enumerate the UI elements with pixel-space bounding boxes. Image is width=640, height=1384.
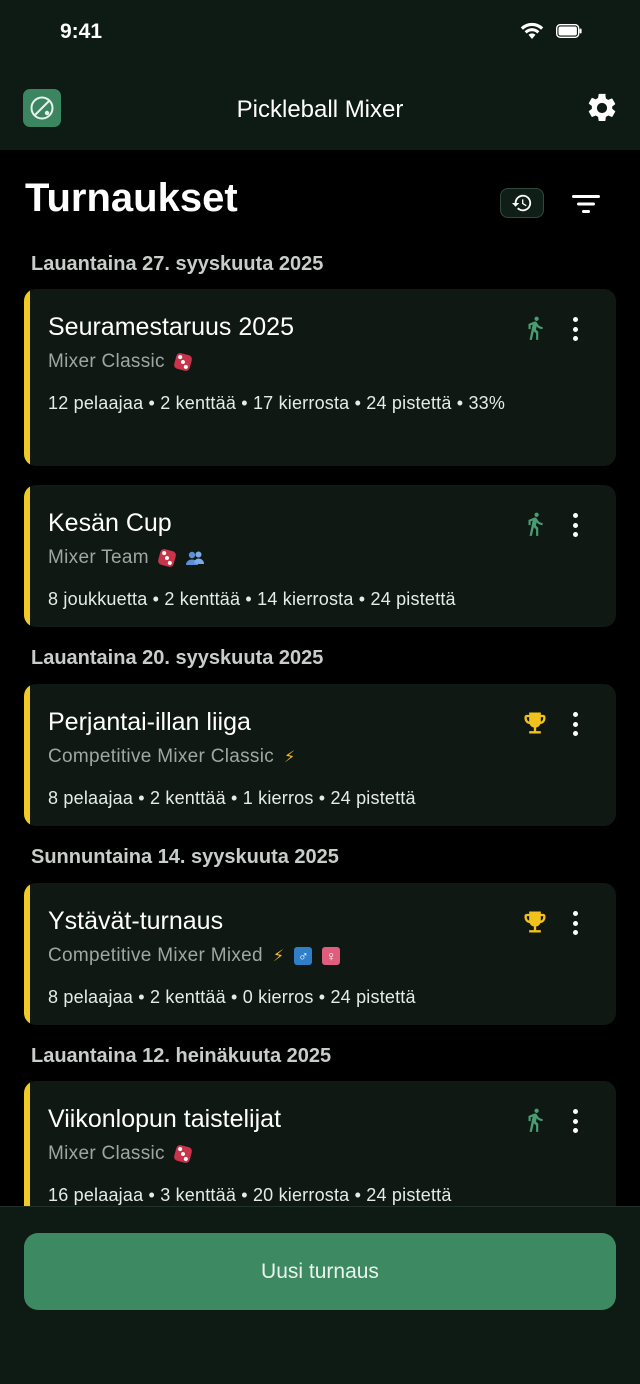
dice-icon bbox=[173, 352, 193, 372]
tournament-type: Mixer Classic bbox=[48, 351, 193, 373]
tournament-name: Viikonlopun taistelijat bbox=[48, 1105, 282, 1133]
female-icon: ♀ bbox=[322, 947, 341, 965]
tournament-type: Mixer Team bbox=[48, 547, 205, 569]
tournament-name: Perjantai-illan liiga bbox=[48, 708, 251, 736]
tournament-type-label: Competitive Mixer Classic bbox=[48, 746, 275, 767]
history-icon bbox=[511, 194, 532, 212]
tournament-card[interactable]: Ystävät-turnaus Competitive Mixer Mixed … bbox=[24, 883, 616, 1025]
status-time: 9:41 bbox=[60, 20, 103, 43]
tournament-details: 8 pelaajaa • 2 kenttää • 0 kierros • 24 … bbox=[48, 987, 416, 1007]
new-tournament-button[interactable]: Uusi turnaus bbox=[24, 1233, 616, 1310]
team-icon bbox=[185, 550, 205, 566]
tournament-details: 12 pelaajaa • 2 kenttää • 17 kierrosta •… bbox=[48, 393, 506, 413]
gear-icon bbox=[588, 93, 616, 122]
lightning-icon: ⚡ bbox=[272, 948, 285, 965]
tournament-type-label: Mixer Classic bbox=[48, 1143, 165, 1164]
tournament-name: Seuramestaruus 2025 bbox=[48, 313, 294, 341]
tournament-type-label: Competitive Mixer Mixed bbox=[48, 945, 263, 966]
trophy-icon bbox=[520, 708, 550, 738]
page-title: Turnaukset bbox=[25, 176, 238, 220]
status-icons bbox=[520, 22, 582, 45]
tournament-type: Mixer Classic bbox=[48, 1143, 193, 1165]
more-options-button[interactable] bbox=[564, 710, 586, 738]
tournament-list[interactable]: Turnaukset Lauantaina 27. syyskuuta 2025… bbox=[0, 150, 640, 1206]
tournament-type-label: Mixer Team bbox=[48, 547, 149, 568]
wifi-icon bbox=[520, 22, 544, 45]
more-options-button[interactable] bbox=[564, 511, 586, 539]
running-icon bbox=[520, 313, 550, 343]
more-options-button[interactable] bbox=[564, 1107, 586, 1135]
bottom-bar: Uusi turnaus bbox=[0, 1206, 640, 1384]
running-icon bbox=[520, 1105, 550, 1135]
filter-button[interactable] bbox=[568, 190, 604, 218]
app-title: Pickleball Mixer bbox=[236, 96, 404, 123]
male-icon: ♂ bbox=[294, 947, 313, 965]
tournament-name: Kesän Cup bbox=[48, 509, 172, 537]
dice-icon bbox=[157, 548, 177, 568]
more-options-button[interactable] bbox=[564, 909, 586, 937]
tournament-card[interactable]: Seuramestaruus 2025 Mixer Classic 12 pel… bbox=[24, 289, 616, 466]
tournament-details: 16 pelaajaa • 3 kenttää • 20 kierrosta •… bbox=[48, 1185, 452, 1205]
date-header: Sunnuntaina 14. syyskuuta 2025 bbox=[31, 846, 339, 868]
lightning-icon: ⚡ bbox=[284, 749, 296, 766]
running-icon bbox=[520, 509, 550, 539]
tournament-details: 8 pelaajaa • 2 kenttää • 1 kierros • 24 … bbox=[48, 788, 416, 808]
more-options-button[interactable] bbox=[564, 315, 586, 343]
tournament-card[interactable]: Viikonlopun taistelijat Mixer Classic 16… bbox=[24, 1081, 616, 1206]
dice-icon bbox=[173, 1144, 193, 1164]
tournament-card[interactable]: Kesän Cup Mixer Team 8 joukkuetta • 2 ke… bbox=[24, 485, 616, 627]
tournament-type-label: Mixer Classic bbox=[48, 351, 165, 372]
tournament-type: Competitive Mixer Mixed ⚡ ♂ ♀ bbox=[48, 945, 341, 967]
history-button[interactable] bbox=[500, 188, 544, 218]
tournament-details: 8 joukkuetta • 2 kenttää • 14 kierrosta … bbox=[48, 589, 456, 609]
date-header: Lauantaina 20. syyskuuta 2025 bbox=[31, 647, 324, 669]
date-header: Lauantaina 12. heinäkuuta 2025 bbox=[31, 1045, 332, 1067]
settings-button[interactable] bbox=[585, 91, 619, 125]
battery-icon bbox=[555, 23, 582, 43]
top-bar: 9:41 Pickleball Mixer bbox=[0, 0, 640, 150]
tournament-name: Ystävät-turnaus bbox=[48, 907, 224, 935]
tournament-card[interactable]: Perjantai-illan liiga Competitive Mixer … bbox=[24, 684, 616, 826]
date-header: Lauantaina 27. syyskuuta 2025 bbox=[31, 253, 324, 275]
tournament-type: Competitive Mixer Classic ⚡ bbox=[48, 746, 296, 768]
filter-icon bbox=[572, 195, 600, 213]
trophy-icon bbox=[520, 907, 550, 937]
